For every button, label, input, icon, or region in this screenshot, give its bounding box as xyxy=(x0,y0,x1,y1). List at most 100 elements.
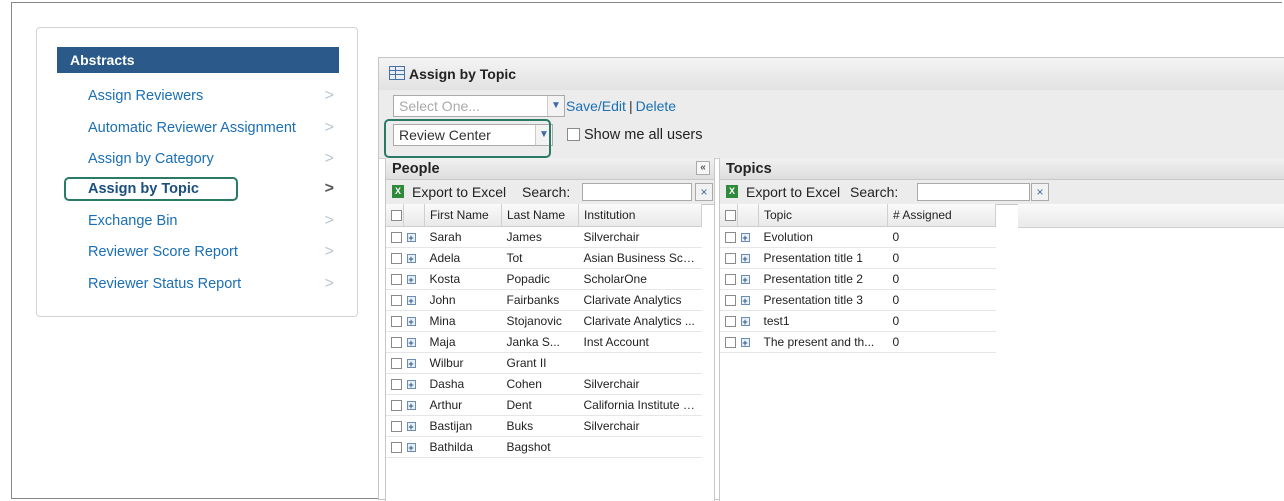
row-checkbox-cell[interactable] xyxy=(386,373,404,395)
nav-item-assign-by-topic[interactable]: Assign by Topic > xyxy=(62,177,342,201)
row-checkbox[interactable] xyxy=(725,337,736,349)
table-row[interactable]: + Presentation title 10 xyxy=(720,247,996,269)
topics-search-input[interactable] xyxy=(917,183,1030,201)
row-expand-cell[interactable]: + xyxy=(403,436,425,458)
row-checkbox-cell[interactable] xyxy=(720,331,738,353)
collapse-panel-icon[interactable]: « xyxy=(696,161,710,175)
column-header-first-name[interactable]: First Name xyxy=(424,204,502,227)
row-expand-cell[interactable]: + xyxy=(403,289,425,311)
row-expand-cell[interactable]: + xyxy=(403,226,425,248)
row-checkbox-cell[interactable] xyxy=(386,415,404,437)
expand-row-icon[interactable]: + xyxy=(406,233,416,243)
row-expand-cell[interactable]: + xyxy=(403,268,425,290)
row-expand-cell[interactable]: + xyxy=(403,373,425,395)
row-checkbox-cell[interactable] xyxy=(386,226,404,248)
save-edit-link[interactable]: Save/Edit xyxy=(566,98,626,114)
row-checkbox[interactable] xyxy=(391,358,402,370)
expand-row-icon[interactable]: + xyxy=(406,380,416,390)
select-all-topics-checkbox-cell[interactable] xyxy=(720,204,738,227)
row-expand-cell[interactable]: + xyxy=(403,310,425,332)
table-row[interactable]: + Maja Janka S... Inst Account xyxy=(386,331,702,353)
column-header-topic[interactable]: Topic xyxy=(758,204,888,227)
row-checkbox-cell[interactable] xyxy=(386,289,404,311)
row-checkbox[interactable] xyxy=(725,232,736,244)
row-checkbox-cell[interactable] xyxy=(386,394,404,416)
row-checkbox[interactable] xyxy=(391,379,402,391)
row-checkbox[interactable] xyxy=(391,442,402,454)
select-all-people-checkbox-cell[interactable] xyxy=(386,204,404,227)
nav-item-reviewer-status-report[interactable]: Reviewer Status Report > xyxy=(62,272,342,296)
saved-view-select[interactable]: Select One... ▼ xyxy=(393,95,565,117)
row-expand-cell[interactable]: + xyxy=(403,352,425,374)
row-checkbox[interactable] xyxy=(391,400,402,412)
expand-row-icon[interactable]: + xyxy=(740,317,750,327)
row-expand-cell[interactable]: + xyxy=(737,268,759,290)
excel-icon[interactable]: X xyxy=(726,185,738,198)
row-expand-cell[interactable]: + xyxy=(403,415,425,437)
row-expand-cell[interactable]: + xyxy=(403,331,425,353)
expand-row-icon[interactable]: + xyxy=(406,443,416,453)
table-row[interactable]: + John Fairbanks Clarivate Analytics xyxy=(386,289,702,311)
expand-row-icon[interactable]: + xyxy=(406,254,416,264)
row-checkbox[interactable] xyxy=(391,253,402,265)
row-checkbox[interactable] xyxy=(391,274,402,286)
user-scope-select[interactable]: Review Center ▼ xyxy=(393,124,553,146)
topics-export-button[interactable]: Export to Excel xyxy=(746,180,840,204)
row-checkbox-cell[interactable] xyxy=(386,268,404,290)
nav-item-assign-by-category[interactable]: Assign by Category > xyxy=(62,147,342,171)
column-header-last-name[interactable]: Last Name xyxy=(501,204,579,227)
show-all-users-option[interactable]: Show me all users xyxy=(567,125,702,145)
nav-item-automatic-reviewer-assignment[interactable]: Automatic Reviewer Assignment > xyxy=(62,116,342,140)
row-checkbox-cell[interactable] xyxy=(386,331,404,353)
row-checkbox-cell[interactable] xyxy=(386,247,404,269)
row-checkbox[interactable] xyxy=(725,295,736,307)
column-header-assigned[interactable]: # Assigned xyxy=(887,204,996,227)
table-row[interactable]: + Wilbur Grant II xyxy=(386,352,702,374)
table-row[interactable]: + Sarah James Silverchair xyxy=(386,226,702,248)
row-checkbox-cell[interactable] xyxy=(386,310,404,332)
row-checkbox[interactable] xyxy=(725,253,736,265)
table-row[interactable]: + The present and th... 0 xyxy=(720,331,996,353)
expand-row-icon[interactable]: + xyxy=(740,296,750,306)
row-checkbox[interactable] xyxy=(391,295,402,307)
row-checkbox[interactable] xyxy=(391,316,402,328)
people-clear-search-icon[interactable]: × xyxy=(695,183,713,201)
row-expand-cell[interactable]: + xyxy=(737,331,759,353)
expand-row-icon[interactable]: + xyxy=(740,275,750,285)
table-row[interactable]: + Arthur Dent California Institute o... xyxy=(386,394,702,416)
select-all-checkbox[interactable] xyxy=(725,210,736,222)
table-row[interactable]: + Presentation title 20 xyxy=(720,268,996,290)
table-row[interactable]: + Mina Stojanovic Clarivate Analytics ... xyxy=(386,310,702,332)
table-row[interactable]: + test1 0 xyxy=(720,310,996,332)
expand-row-icon[interactable]: + xyxy=(740,233,750,243)
delete-link[interactable]: Delete xyxy=(636,98,676,114)
column-header-institution[interactable]: Institution xyxy=(578,204,702,227)
table-row[interactable]: + Kosta Popadic ScholarOne xyxy=(386,268,702,290)
nav-item-exchange-bin[interactable]: Exchange Bin > xyxy=(62,209,342,233)
row-checkbox[interactable] xyxy=(725,274,736,286)
row-checkbox[interactable] xyxy=(391,421,402,433)
topics-clear-search-icon[interactable]: × xyxy=(1031,183,1049,201)
dropdown-arrow-icon[interactable]: ▼ xyxy=(535,125,552,145)
table-row[interactable]: + Bathilda Bagshot xyxy=(386,436,702,458)
nav-item-assign-reviewers[interactable]: Assign Reviewers > xyxy=(62,84,342,108)
row-checkbox[interactable] xyxy=(725,316,736,328)
people-search-input[interactable] xyxy=(582,183,692,201)
expand-row-icon[interactable]: + xyxy=(740,338,750,348)
row-expand-cell[interactable]: + xyxy=(737,226,759,248)
expand-row-icon[interactable]: + xyxy=(406,401,416,411)
table-row[interactable]: + Dasha Cohen Silverchair xyxy=(386,373,702,395)
row-checkbox[interactable] xyxy=(391,232,402,244)
row-checkbox-cell[interactable] xyxy=(720,268,738,290)
row-checkbox-cell[interactable] xyxy=(720,310,738,332)
table-row[interactable]: + Presentation title 30 xyxy=(720,289,996,311)
expand-row-icon[interactable]: + xyxy=(406,338,416,348)
row-checkbox-cell[interactable] xyxy=(720,289,738,311)
people-export-button[interactable]: Export to Excel xyxy=(412,180,506,204)
expand-row-icon[interactable]: + xyxy=(740,254,750,264)
row-checkbox-cell[interactable] xyxy=(720,247,738,269)
row-checkbox-cell[interactable] xyxy=(386,436,404,458)
select-all-checkbox[interactable] xyxy=(391,210,402,222)
row-expand-cell[interactable]: + xyxy=(737,247,759,269)
row-expand-cell[interactable]: + xyxy=(403,394,425,416)
